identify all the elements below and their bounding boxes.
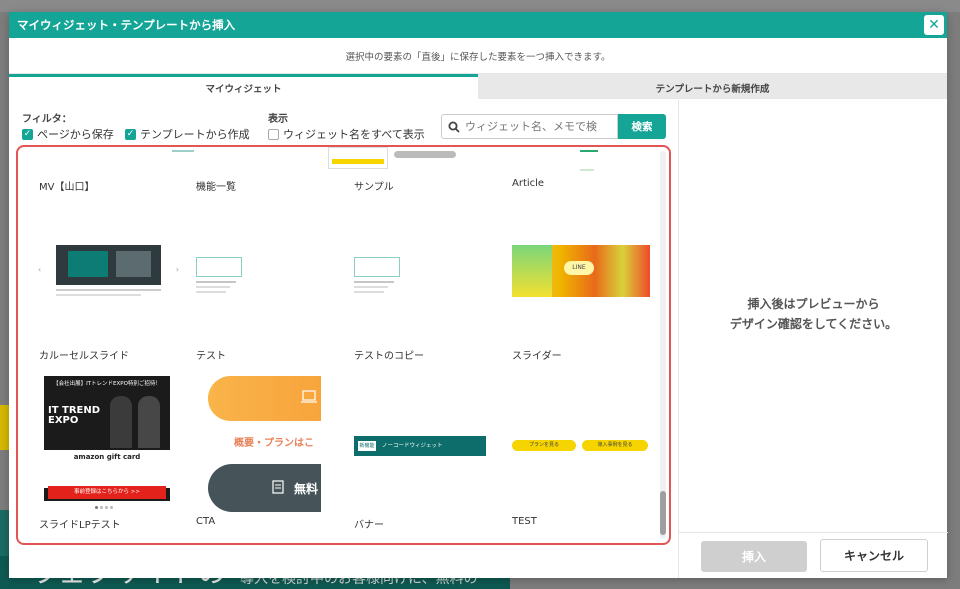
laptop-icon bbox=[301, 390, 317, 403]
grid-scrollbar[interactable] bbox=[660, 151, 666, 539]
close-icon: ✕ bbox=[928, 17, 940, 33]
preview-message: 挿入後はプレビューから デザイン確認をしてください。 bbox=[679, 294, 948, 334]
widget-name[interactable]: バナー bbox=[354, 516, 384, 531]
banner-thumbnail[interactable]: 新機能 ノーコードウィジェット bbox=[354, 436, 486, 456]
expo-cta-text: 事前登録はこちらから >> bbox=[48, 486, 166, 499]
dialog-header: マイウィジェット・テンプレートから挿入 ✕ bbox=[9, 12, 947, 38]
cta-plan-text: 概要・プランはこ bbox=[234, 438, 314, 449]
widget-grid: MV【山口】 機能一覧 サンプル Article ‹ › LINE カルーセルス… bbox=[16, 145, 671, 545]
chevron-right-icon: › bbox=[175, 265, 179, 274]
checkbox-checked-icon: ✓ bbox=[125, 128, 136, 140]
widget-thumbnail[interactable] bbox=[196, 257, 244, 297]
filter-from-page-checkbox[interactable]: ✓ ページから保存 bbox=[22, 126, 114, 142]
widget-name[interactable]: 機能一覧 bbox=[196, 178, 236, 193]
checkbox-checked-icon: ✓ bbox=[22, 128, 33, 140]
test-thumbnail[interactable]: プランを見る 導入事例を見る bbox=[512, 440, 652, 452]
preview-panel: 挿入後はプレビューから デザイン確認をしてください。 挿入 キャンセル bbox=[678, 100, 948, 578]
background-teal-strip bbox=[0, 510, 9, 558]
widget-name[interactable]: Article bbox=[512, 178, 544, 189]
widget-name[interactable]: テスト bbox=[196, 347, 226, 362]
search-box bbox=[441, 114, 618, 139]
widget-grid-content: MV【山口】 機能一覧 サンプル Article ‹ › LINE カルーセルス… bbox=[24, 147, 660, 543]
background-yellow-strip bbox=[0, 405, 9, 450]
widget-thumbnail[interactable] bbox=[164, 147, 230, 159]
show-all-names-checkbox[interactable]: ウィジェット名をすべて表示 bbox=[268, 126, 425, 142]
widget-name[interactable]: CTA bbox=[196, 516, 215, 527]
widget-name[interactable]: TEST bbox=[512, 516, 537, 527]
tab-bar: マイウィジェット テンプレートから新規作成 bbox=[9, 74, 947, 99]
test-button-1: プランを見る bbox=[512, 440, 576, 451]
widget-thumbnail[interactable] bbox=[574, 147, 604, 177]
scrollbar-thumb[interactable] bbox=[660, 491, 666, 535]
chevron-left-icon: ‹ bbox=[38, 265, 42, 274]
banner-tag: 新機能 bbox=[358, 441, 376, 451]
dialog-footer: 挿入 キャンセル bbox=[679, 532, 948, 578]
cta-thumbnail[interactable]: 概要・プランはこ 無料 bbox=[196, 376, 321, 516]
search-icon bbox=[448, 121, 460, 133]
widget-name[interactable]: カルーセルスライド bbox=[39, 347, 129, 362]
checkbox-unchecked-icon bbox=[268, 128, 279, 140]
filter-from-template-checkbox[interactable]: ✓ テンプレートから作成 bbox=[125, 126, 250, 142]
document-icon bbox=[272, 480, 284, 494]
search-button[interactable]: 検索 bbox=[618, 114, 666, 139]
widget-name[interactable]: サンプル bbox=[354, 178, 394, 193]
dialog-body: フィルタ： ✓ ページから保存 ✓ テンプレートから作成 表示 ウィジェット名を… bbox=[9, 100, 948, 578]
cancel-button[interactable]: キャンセル bbox=[820, 539, 928, 572]
test-button-2: 導入事例を見る bbox=[582, 440, 648, 451]
preview-message-line1: 挿入後はプレビューから bbox=[747, 297, 880, 311]
expo-header-text: 【会社出展】ITトレンドEXPO特別ご招待！ bbox=[53, 381, 161, 387]
tab-new-from-template[interactable]: テンプレートから新規作成 bbox=[478, 74, 947, 99]
expo-thumbnail[interactable]: 【会社出展】ITトレンドEXPO特別ご招待！ IT TREND EXPO ama… bbox=[44, 376, 170, 501]
filter-label: フィルタ： bbox=[22, 114, 72, 125]
slider-thumbnail[interactable]: LINE bbox=[512, 245, 650, 299]
tab-my-widgets[interactable]: マイウィジェット bbox=[9, 74, 478, 99]
display-label: 表示 bbox=[268, 114, 288, 125]
checkbox-label: ウィジェット名をすべて表示 bbox=[283, 128, 425, 141]
search-input[interactable] bbox=[465, 120, 615, 133]
background-header bbox=[0, 0, 960, 12]
widget-thumbnail[interactable] bbox=[324, 147, 462, 171]
dialog-subtitle: 選択中の要素の「直後」に保存した要素を一つ挿入できます。 bbox=[9, 38, 947, 74]
insert-widget-dialog: マイウィジェット・テンプレートから挿入 ✕ 選択中の要素の「直後」に保存した要素… bbox=[9, 12, 948, 578]
checkbox-label: テンプレートから作成 bbox=[140, 128, 250, 141]
widget-browser: フィルタ： ✓ ページから保存 ✓ テンプレートから作成 表示 ウィジェット名を… bbox=[9, 100, 678, 578]
widget-name[interactable]: MV【山口】 bbox=[39, 178, 94, 193]
slider-line-badge: LINE bbox=[564, 261, 594, 275]
cta-free-text: 無料 bbox=[294, 482, 319, 496]
widget-name[interactable]: スライドLPテスト bbox=[39, 516, 121, 531]
insert-button[interactable]: 挿入 bbox=[701, 541, 807, 572]
checkbox-label: ページから保存 bbox=[37, 128, 114, 141]
slide-pagination bbox=[94, 506, 114, 509]
amazon-text: amazon gift card bbox=[73, 453, 141, 461]
carousel-thumbnail[interactable]: ‹ › bbox=[36, 243, 181, 305]
expo-title-text: IT TREND EXPO bbox=[48, 405, 101, 426]
dialog-title: マイウィジェット・テンプレートから挿入 bbox=[17, 18, 236, 32]
banner-text: ノーコードウィジェット bbox=[382, 443, 443, 449]
widget-name[interactable]: テストのコピー bbox=[354, 347, 424, 362]
preview-message-line2: デザイン確認をしてください。 bbox=[729, 317, 898, 331]
widget-name[interactable]: スライダー bbox=[512, 347, 562, 362]
close-button[interactable]: ✕ bbox=[924, 15, 944, 35]
widget-thumbnail[interactable] bbox=[354, 257, 402, 297]
